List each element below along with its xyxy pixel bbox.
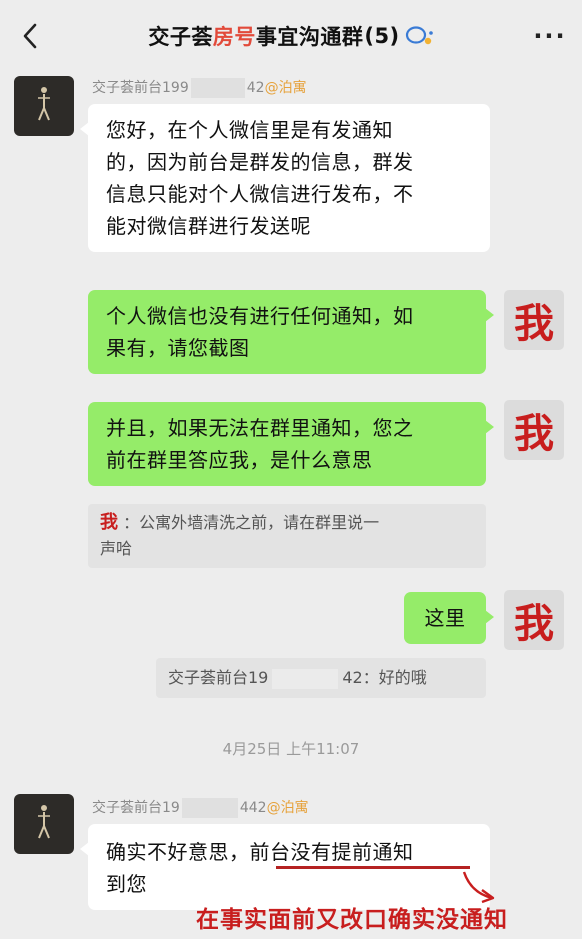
my-avatar[interactable]: 我 xyxy=(504,290,564,350)
timestamp: 4月25日 上午11:07 xyxy=(222,740,360,758)
message-bubble-outgoing[interactable]: 这里 xyxy=(404,592,494,644)
sender-name-prefix: 交子荟前台19 xyxy=(92,800,180,816)
quoted-message[interactable]: 交子荟前台19 42：好的哦 xyxy=(156,658,486,698)
redaction-mask xyxy=(190,78,245,98)
quote-text: 公寓外墙清洗之前，请在群里说一 xyxy=(139,513,380,532)
message-line: 果有，请您截图 xyxy=(106,336,250,360)
message-text-highlighted: 前台没有提前通知 xyxy=(249,840,414,864)
message-text: 确实不好意思， xyxy=(106,840,250,864)
message-line: 到您 xyxy=(106,872,147,896)
message-line: 信息只能对个人微信进行发布，不 xyxy=(106,182,414,206)
quoted-message[interactable]: 我 ：公寓外墙清洗之前，请在群里说一 声哈 xyxy=(88,504,486,568)
chat-title: 交子荟 房号 事宜沟通群 (5) xyxy=(60,18,522,54)
avatar[interactable] xyxy=(14,76,74,136)
message-bubble-outgoing[interactable]: 并且，如果无法在群里通知，您之 前在群里答应我，是什么意思 xyxy=(88,402,494,486)
annotation-text: 在事实面前又改口确实没通知 xyxy=(196,907,508,933)
emphasis-underline xyxy=(276,866,470,869)
quote-author-suffix: 42： xyxy=(342,668,379,687)
redaction-mask xyxy=(181,798,238,818)
message-line: 并且，如果无法在群里通知，您之 xyxy=(106,416,414,440)
message-line: 前在群里答应我，是什么意思 xyxy=(106,448,373,472)
back-button[interactable] xyxy=(16,22,44,50)
quote-author: 交子荟前台19 xyxy=(168,668,269,687)
group-chat-icon xyxy=(404,25,434,47)
sender-name-suffix: 442 xyxy=(239,800,267,816)
message-line: 个人微信也没有进行任何通知，如 xyxy=(106,304,414,328)
my-avatar[interactable]: 我 xyxy=(504,400,564,460)
message-line: 确实不好意思，前台没有提前通知 xyxy=(106,836,472,868)
quote-author: 我 xyxy=(100,512,118,533)
quote-text: 好的哦 xyxy=(378,668,427,687)
person-figure-icon xyxy=(38,87,50,121)
message-line: 这里 xyxy=(424,606,466,630)
sender-name-suffix: 42 xyxy=(246,80,265,96)
my-avatar[interactable]: 我 xyxy=(504,590,564,650)
sender-tag: @泊寓 xyxy=(264,80,307,96)
sender-name-prefix: 交子荟前台199 xyxy=(92,80,189,96)
message-line: 的，因为前台是群发的信息，群发 xyxy=(106,150,414,174)
quote-text: 声哈 xyxy=(100,539,133,558)
chat-header: 交子荟 房号 事宜沟通群 (5) ··· xyxy=(0,0,582,72)
person-figure-icon xyxy=(38,805,50,839)
sender-name: 交子荟前台19 442@泊寓 xyxy=(92,797,309,818)
title-part2: 事宜沟通群 xyxy=(255,25,364,49)
annotation-arrow-icon xyxy=(462,871,495,904)
avatar[interactable] xyxy=(14,794,74,854)
title-part1: 交子荟 xyxy=(148,25,213,49)
member-count: (5) xyxy=(364,24,400,48)
quote-separator: ： xyxy=(118,513,140,532)
message-line: 能对微信群进行发送呢 xyxy=(106,214,311,238)
message-bubble-outgoing[interactable]: 个人微信也没有进行任何通知，如 果有，请您截图 xyxy=(88,290,494,374)
sender-tag: @泊寓 xyxy=(266,800,309,816)
more-options-button[interactable]: ··· xyxy=(532,22,568,50)
title-highlight: 房号 xyxy=(212,25,256,49)
back-arrow-icon xyxy=(23,23,37,49)
message-line: 您好，在个人微信里是有发通知 xyxy=(106,118,393,142)
message-bubble-incoming[interactable]: 您好，在个人微信里是有发通知 的，因为前台是群发的信息，群发 信息只能对个人微信… xyxy=(80,104,490,252)
sender-name: 交子荟前台199 42@泊寓 xyxy=(92,77,307,98)
redaction-mask xyxy=(272,668,339,689)
